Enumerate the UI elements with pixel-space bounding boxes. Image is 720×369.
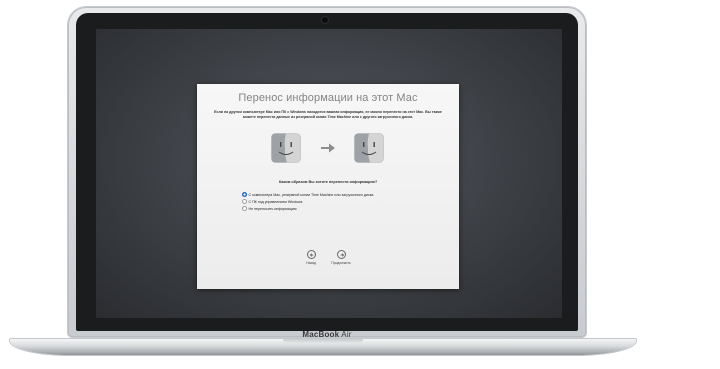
destination-finder-icon (354, 133, 384, 163)
radio-selected-icon[interactable] (242, 192, 247, 197)
dialog-description: Если на другом компьютере Mac или ПК с W… (214, 110, 442, 119)
option-label: С компьютера Mac, резервной копии Time M… (248, 192, 374, 197)
option-label: Не переносить информацию (248, 206, 297, 211)
forward-arrow-icon[interactable] (336, 250, 346, 259)
transfer-question: Каким образом Вы хотите перенести информ… (278, 180, 378, 184)
back-button[interactable]: Назад (294, 250, 328, 265)
option-windows-pc[interactable]: С ПК под управлением Windows (242, 198, 373, 205)
radio-icon[interactable] (242, 199, 247, 204)
migration-dialog: Перенос информации на этот Мас Если на д… (197, 84, 459, 289)
back-arrow-icon[interactable] (306, 250, 316, 259)
continue-label: Продолжить (331, 261, 351, 265)
source-finder-icon (271, 133, 301, 163)
hinge-notch (283, 339, 363, 343)
option-mac-time-machine[interactable]: С компьютера Mac, резервной копии Time M… (242, 191, 373, 198)
continue-button[interactable]: Продолжить (324, 250, 358, 265)
dialog-title: Перенос информации на этот Мас (238, 92, 418, 104)
brand-bold: MacBook (302, 330, 340, 339)
option-no-transfer[interactable]: Не переносить информацию (242, 205, 373, 212)
back-label: Назад (306, 261, 316, 265)
screen: Перенос информации на этот Мас Если на д… (96, 29, 562, 318)
right-arrow-icon (319, 141, 337, 155)
brand-rest: Air (339, 330, 352, 339)
option-label: С ПК под управлением Windows (248, 199, 303, 204)
camera-icon (322, 17, 328, 23)
radio-icon[interactable] (242, 206, 247, 211)
device-brand-label: MacBook Air (0, 330, 654, 339)
transfer-options: С компьютера Mac, резервной копии Time M… (242, 191, 373, 212)
